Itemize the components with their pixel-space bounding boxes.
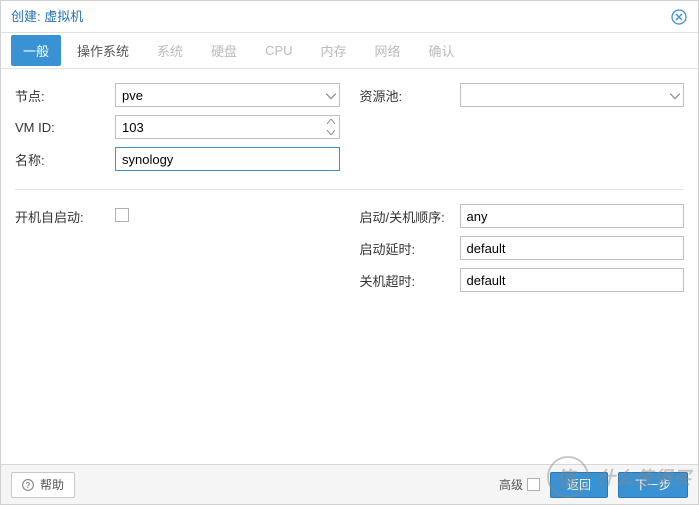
tab-cpu: CPU — [253, 37, 304, 64]
divider — [15, 189, 684, 190]
tab-memory: 内存 — [309, 35, 359, 66]
advanced-checkbox[interactable] — [527, 478, 540, 491]
dialog-title: 创建: 虚拟机 — [11, 1, 83, 33]
help-icon: ? — [22, 479, 34, 491]
advanced-label: 高级 — [499, 476, 523, 493]
back-button[interactable]: 返回 — [550, 472, 608, 498]
autostart-checkbox[interactable] — [115, 208, 129, 222]
tab-disk: 硬盘 — [199, 35, 249, 66]
help-label: 帮助 — [40, 476, 64, 493]
right-column: 资源池: — [360, 83, 685, 179]
order-label: 启动/关机顺序: — [360, 207, 460, 226]
dialog-footer: ? 帮助 高级 返回 下一步 — [1, 464, 698, 504]
name-label: 名称: — [15, 150, 115, 169]
dialog-header: 创建: 虚拟机 — [1, 1, 698, 33]
tab-confirm: 确认 — [417, 35, 467, 66]
startdelay-input[interactable] — [460, 236, 685, 260]
pool-label: 资源池: — [360, 86, 460, 105]
left-column: 节点: VM ID: 名称: — [15, 83, 340, 179]
vmid-label: VM ID: — [15, 120, 115, 135]
shutdown-label: 关机超时: — [360, 271, 460, 290]
startdelay-label: 启动延时: — [360, 239, 460, 258]
close-icon[interactable] — [670, 8, 688, 26]
order-input[interactable] — [460, 204, 685, 228]
dialog-body: 节点: VM ID: 名称: — [1, 69, 698, 464]
vmid-input[interactable] — [115, 115, 340, 139]
pool-select[interactable] — [460, 83, 685, 107]
svg-text:?: ? — [26, 481, 31, 490]
name-input[interactable] — [115, 147, 340, 171]
shutdown-input[interactable] — [460, 268, 685, 292]
node-label: 节点: — [15, 86, 115, 105]
tab-bar: 一般 操作系统 系统 硬盘 CPU 内存 网络 确认 — [1, 33, 698, 69]
autostart-label: 开机自启动: — [15, 207, 115, 226]
tab-network: 网络 — [363, 35, 413, 66]
advanced-toggle[interactable]: 高级 — [499, 476, 540, 493]
tab-os[interactable]: 操作系统 — [65, 35, 141, 66]
tab-system: 系统 — [145, 35, 195, 66]
tab-general[interactable]: 一般 — [11, 35, 61, 66]
next-button[interactable]: 下一步 — [618, 472, 688, 498]
node-select[interactable] — [115, 83, 340, 107]
help-button[interactable]: ? 帮助 — [11, 472, 75, 498]
